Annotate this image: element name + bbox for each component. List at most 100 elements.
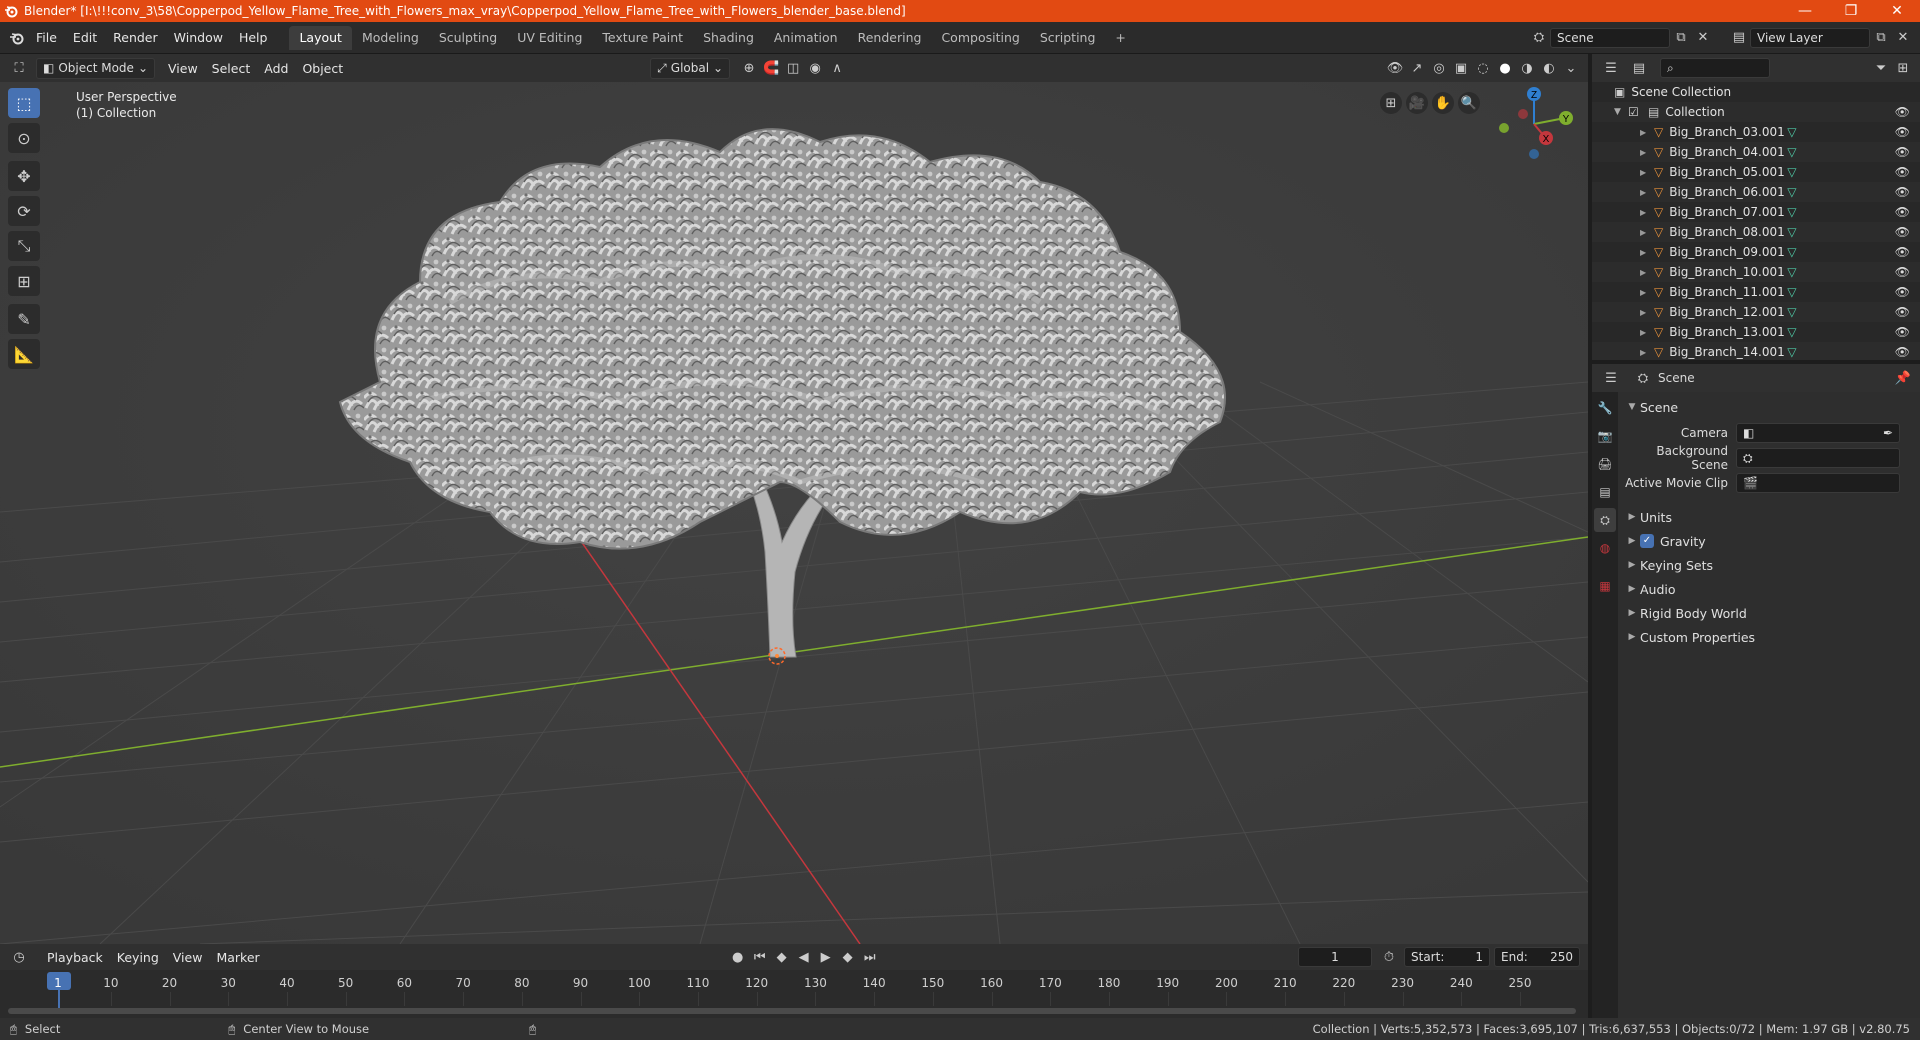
eye-icon[interactable]: 👁: [1895, 225, 1910, 239]
expand-triangle-icon[interactable]: ▶: [1640, 268, 1650, 277]
new-view-layer-icon[interactable]: ⧉: [1870, 27, 1892, 49]
expand-triangle-icon[interactable]: ▼: [1614, 107, 1628, 117]
eye-icon[interactable]: 👁: [1895, 105, 1910, 119]
restore-button[interactable]: ❐: [1828, 0, 1874, 22]
outliner-item[interactable]: ▶ ▽ Big_Branch_11.001 ▽ 👁: [1592, 282, 1920, 302]
play-reverse-icon[interactable]: ◀: [793, 946, 815, 968]
menu-keying[interactable]: Keying: [110, 950, 166, 965]
render-tab-icon[interactable]: 📷: [1594, 424, 1616, 448]
menu-object[interactable]: Object: [295, 61, 350, 76]
tab-texture-paint[interactable]: Texture Paint: [592, 26, 693, 50]
active-movie-clip-field[interactable]: 🎬: [1736, 473, 1900, 493]
camera-view-icon[interactable]: 🎥: [1406, 92, 1428, 114]
output-tab-icon[interactable]: 🖨: [1594, 452, 1616, 476]
cursor-tool-icon[interactable]: ⊙: [8, 123, 40, 153]
annotate-tool-icon[interactable]: ✎: [8, 304, 40, 334]
expand-triangle-icon[interactable]: ▶: [1640, 208, 1650, 217]
eye-icon[interactable]: 👁: [1895, 265, 1910, 279]
rendered-shading-icon[interactable]: ◐: [1538, 57, 1560, 79]
expand-triangle-icon[interactable]: ▶: [1640, 348, 1650, 357]
menu-edit[interactable]: Edit: [65, 26, 105, 50]
mesh-data-icon[interactable]: ▽: [1787, 165, 1796, 179]
tab-modeling[interactable]: Modeling: [352, 26, 429, 50]
tab-rendering[interactable]: Rendering: [848, 26, 932, 50]
mesh-data-icon[interactable]: ▽: [1787, 145, 1796, 159]
falloff-icon[interactable]: ∧: [826, 57, 848, 79]
filter-icon[interactable]: ⏷: [1870, 57, 1892, 79]
expand-triangle-icon[interactable]: ▶: [1640, 188, 1650, 197]
expand-triangle-icon[interactable]: ▶: [1640, 228, 1650, 237]
tab-compositing[interactable]: Compositing: [931, 26, 1029, 50]
timeline-editor-type-icon[interactable]: ◷: [8, 946, 30, 968]
tab-shading[interactable]: Shading: [693, 26, 764, 50]
scene-tab-icon[interactable]: ⛭: [1594, 508, 1616, 532]
background-scene-field[interactable]: ⛭: [1736, 448, 1900, 468]
eye-icon[interactable]: 👁: [1895, 325, 1910, 339]
expand-triangle-icon[interactable]: ▶: [1640, 148, 1650, 157]
record-icon[interactable]: ●: [727, 946, 749, 968]
snap-icon[interactable]: 🧲: [760, 57, 782, 79]
outliner-item[interactable]: ▶ ▽ Big_Branch_12.001 ▽ 👁: [1592, 302, 1920, 322]
eye-icon[interactable]: 👁: [1895, 245, 1910, 259]
menu-help[interactable]: Help: [231, 26, 276, 50]
expand-triangle-icon[interactable]: ▶: [1640, 328, 1650, 337]
eye-icon[interactable]: 👁: [1895, 145, 1910, 159]
stopwatch-icon[interactable]: ⏱: [1378, 946, 1400, 968]
menu-timeline-view[interactable]: View: [166, 950, 210, 965]
gizmo-toggle-icon[interactable]: ↗: [1406, 57, 1428, 79]
pan-hand-icon[interactable]: ✋: [1432, 92, 1454, 114]
jump-start-icon[interactable]: ⏮: [749, 946, 771, 968]
delete-view-layer-icon[interactable]: ✕: [1892, 27, 1914, 49]
view-layer-tab-icon[interactable]: ▤: [1594, 480, 1616, 504]
checkbox-icon[interactable]: ☑: [1628, 105, 1642, 119]
tab-scripting[interactable]: Scripting: [1030, 26, 1106, 50]
outliner-item[interactable]: ▶ ▽ Big_Branch_06.001 ▽ 👁: [1592, 182, 1920, 202]
world-tab-icon[interactable]: ◍: [1594, 536, 1616, 560]
view-layer-field[interactable]: View Layer: [1750, 27, 1870, 48]
display-mode-icon[interactable]: ▤: [1628, 57, 1650, 79]
timeline[interactable]: 1 10 20 30 40 50 60 70 80 90 100 110 120 130 140 150 160…: [0, 970, 1588, 1018]
scale-tool-icon[interactable]: ⤡: [8, 231, 40, 261]
play-icon[interactable]: ▶: [815, 946, 837, 968]
new-scene-icon[interactable]: ⧉: [1670, 27, 1692, 49]
properties-editor-type-icon[interactable]: ☰: [1600, 367, 1622, 389]
visibility-icon[interactable]: 👁: [1384, 57, 1406, 79]
scene-field[interactable]: Scene: [1550, 27, 1670, 48]
audio-panel[interactable]: ▶ Audio: [1618, 578, 1920, 600]
outliner-editor-type-icon[interactable]: ☰: [1600, 57, 1622, 79]
units-panel[interactable]: ▶ Units: [1618, 506, 1920, 528]
mesh-data-icon[interactable]: ▽: [1787, 125, 1796, 139]
material-shading-icon[interactable]: ◑: [1516, 57, 1538, 79]
xray-toggle-icon[interactable]: ▣: [1450, 57, 1472, 79]
start-frame-field[interactable]: Start: 1: [1404, 947, 1490, 967]
pivot-point-icon[interactable]: ⊕: [738, 57, 760, 79]
mesh-data-icon[interactable]: ▽: [1787, 305, 1796, 319]
menu-add[interactable]: Add: [257, 61, 295, 76]
ortho-toggle-icon[interactable]: ⊞: [1380, 92, 1402, 114]
eye-icon[interactable]: 👁: [1895, 125, 1910, 139]
mesh-data-icon[interactable]: ▽: [1787, 345, 1796, 359]
expand-triangle-icon[interactable]: ▶: [1640, 248, 1650, 257]
mesh-data-icon[interactable]: ▽: [1787, 245, 1796, 259]
menu-render[interactable]: Render: [105, 26, 166, 50]
outliner-item[interactable]: ▶ ▽ Big_Branch_05.001 ▽ 👁: [1592, 162, 1920, 182]
navigation-gizmo[interactable]: Z Y X: [1486, 84, 1582, 162]
next-keyframe-icon[interactable]: ◆: [837, 946, 859, 968]
measure-tool-icon[interactable]: 📐: [8, 339, 40, 369]
eye-icon[interactable]: 👁: [1895, 185, 1910, 199]
scene-panel-header[interactable]: ▼ Scene: [1618, 396, 1920, 418]
outliner-item[interactable]: ▶ ▽ Big_Branch_14.001 ▽ 👁: [1592, 342, 1920, 360]
expand-triangle-icon[interactable]: ▶: [1640, 308, 1650, 317]
shading-options-icon[interactable]: ⌄: [1560, 57, 1582, 79]
rigid-body-world-panel[interactable]: ▶ Rigid Body World: [1618, 602, 1920, 624]
tool-tab-icon[interactable]: 🔧: [1594, 396, 1616, 420]
gravity-panel[interactable]: ▶ ✓ Gravity: [1618, 530, 1920, 552]
eye-icon[interactable]: 👁: [1895, 345, 1910, 359]
outliner-item[interactable]: ▶ ▽ Big_Branch_13.001 ▽ 👁: [1592, 322, 1920, 342]
overlay-toggle-icon[interactable]: ◎: [1428, 57, 1450, 79]
blender-menu-icon[interactable]: [6, 27, 28, 49]
mesh-data-icon[interactable]: ▽: [1787, 265, 1796, 279]
keying-sets-panel[interactable]: ▶ Keying Sets: [1618, 554, 1920, 576]
wireframe-shading-icon[interactable]: ◌: [1472, 57, 1494, 79]
menu-select[interactable]: Select: [205, 61, 258, 76]
